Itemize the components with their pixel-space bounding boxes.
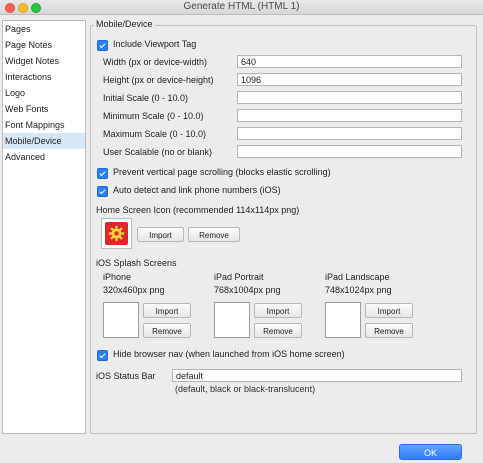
window-title: Generate HTML (HTML 1) <box>183 1 300 12</box>
maximum-scale-input[interactable] <box>237 127 462 140</box>
splash-iphone-preview <box>103 302 139 338</box>
sidebar-item-font-mappings[interactable]: Font Mappings <box>3 117 85 133</box>
splash-iphone-import-button[interactable]: Import <box>143 303 191 318</box>
splash-iphone-size: 320x460px png <box>103 285 165 295</box>
panel-title: Mobile/Device <box>94 19 155 29</box>
splash-screens-label: iOS Splash Screens <box>96 258 177 268</box>
ok-button[interactable]: OK <box>399 444 462 460</box>
settings-sidebar: Pages Page Notes Widget Notes Interactio… <box>2 20 86 434</box>
splash-iphone-name: iPhone <box>103 272 132 282</box>
window-titlebar: Generate HTML (HTML 1) <box>0 0 483 15</box>
minimum-scale-label: Minimum Scale (0 - 10.0) <box>103 111 204 121</box>
sidebar-item-web-fonts[interactable]: Web Fonts <box>3 101 85 117</box>
home-screen-icon-preview <box>101 218 132 249</box>
include-viewport-checkbox[interactable] <box>97 40 108 51</box>
sidebar-item-widget-notes[interactable]: Widget Notes <box>3 53 85 69</box>
home-icon-import-button[interactable]: Import <box>137 227 184 242</box>
splash-ipad-portrait-name: iPad Portrait <box>214 272 264 282</box>
width-input[interactable]: 640 <box>237 55 462 68</box>
minimum-scale-input[interactable] <box>237 109 462 122</box>
height-input[interactable]: 1096 <box>237 73 462 86</box>
splash-ipad-landscape-import-button[interactable]: Import <box>365 303 413 318</box>
sidebar-item-advanced[interactable]: Advanced <box>3 149 85 165</box>
splash-ipad-portrait-preview <box>214 302 250 338</box>
height-label: Height (px or device-height) <box>103 75 214 85</box>
prevent-scrolling-label: Prevent vertical page scrolling (blocks … <box>113 167 331 177</box>
home-icon-remove-button[interactable]: Remove <box>188 227 240 242</box>
status-bar-label: iOS Status Bar <box>96 371 156 381</box>
status-bar-input[interactable]: default <box>172 369 462 382</box>
splash-ipad-portrait-size: 768x1004px png <box>214 285 281 295</box>
splash-ipad-landscape-preview <box>325 302 361 338</box>
maximum-scale-label: Maximum Scale (0 - 10.0) <box>103 129 207 139</box>
sidebar-item-mobile-device[interactable]: Mobile/Device <box>3 133 85 149</box>
width-label: Width (px or device-width) <box>103 57 208 67</box>
sidebar-item-pages[interactable]: Pages <box>3 21 85 37</box>
hide-browser-nav-label: Hide browser nav (when launched from iOS… <box>113 349 345 359</box>
prevent-scrolling-checkbox[interactable] <box>97 168 108 179</box>
splash-ipad-landscape-remove-button[interactable]: Remove <box>365 323 413 338</box>
auto-detect-phone-label: Auto detect and link phone numbers (iOS) <box>113 185 281 195</box>
status-bar-hint: (default, black or black-translucent) <box>175 384 316 394</box>
hide-browser-nav-checkbox[interactable] <box>97 350 108 361</box>
initial-scale-input[interactable] <box>237 91 462 104</box>
home-screen-icon-label: Home Screen Icon (recommended 114x114px … <box>96 205 300 215</box>
sidebar-item-interactions[interactable]: Interactions <box>3 69 85 85</box>
home-screen-icon-image <box>105 222 128 245</box>
include-viewport-label: Include Viewport Tag <box>113 39 197 49</box>
auto-detect-phone-checkbox[interactable] <box>97 186 108 197</box>
splash-ipad-portrait-remove-button[interactable]: Remove <box>254 323 302 338</box>
splash-ipad-landscape-size: 748x1024px png <box>325 285 392 295</box>
splash-ipad-landscape-name: iPad Landscape <box>325 272 390 282</box>
gear-icon <box>108 225 125 242</box>
sidebar-item-logo[interactable]: Logo <box>3 85 85 101</box>
user-scalable-label: User Scalable (no or blank) <box>103 147 213 157</box>
splash-iphone-remove-button[interactable]: Remove <box>143 323 191 338</box>
splash-ipad-portrait-import-button[interactable]: Import <box>254 303 302 318</box>
initial-scale-label: Initial Scale (0 - 10.0) <box>103 93 189 103</box>
user-scalable-input[interactable] <box>237 145 462 158</box>
sidebar-item-page-notes[interactable]: Page Notes <box>3 37 85 53</box>
